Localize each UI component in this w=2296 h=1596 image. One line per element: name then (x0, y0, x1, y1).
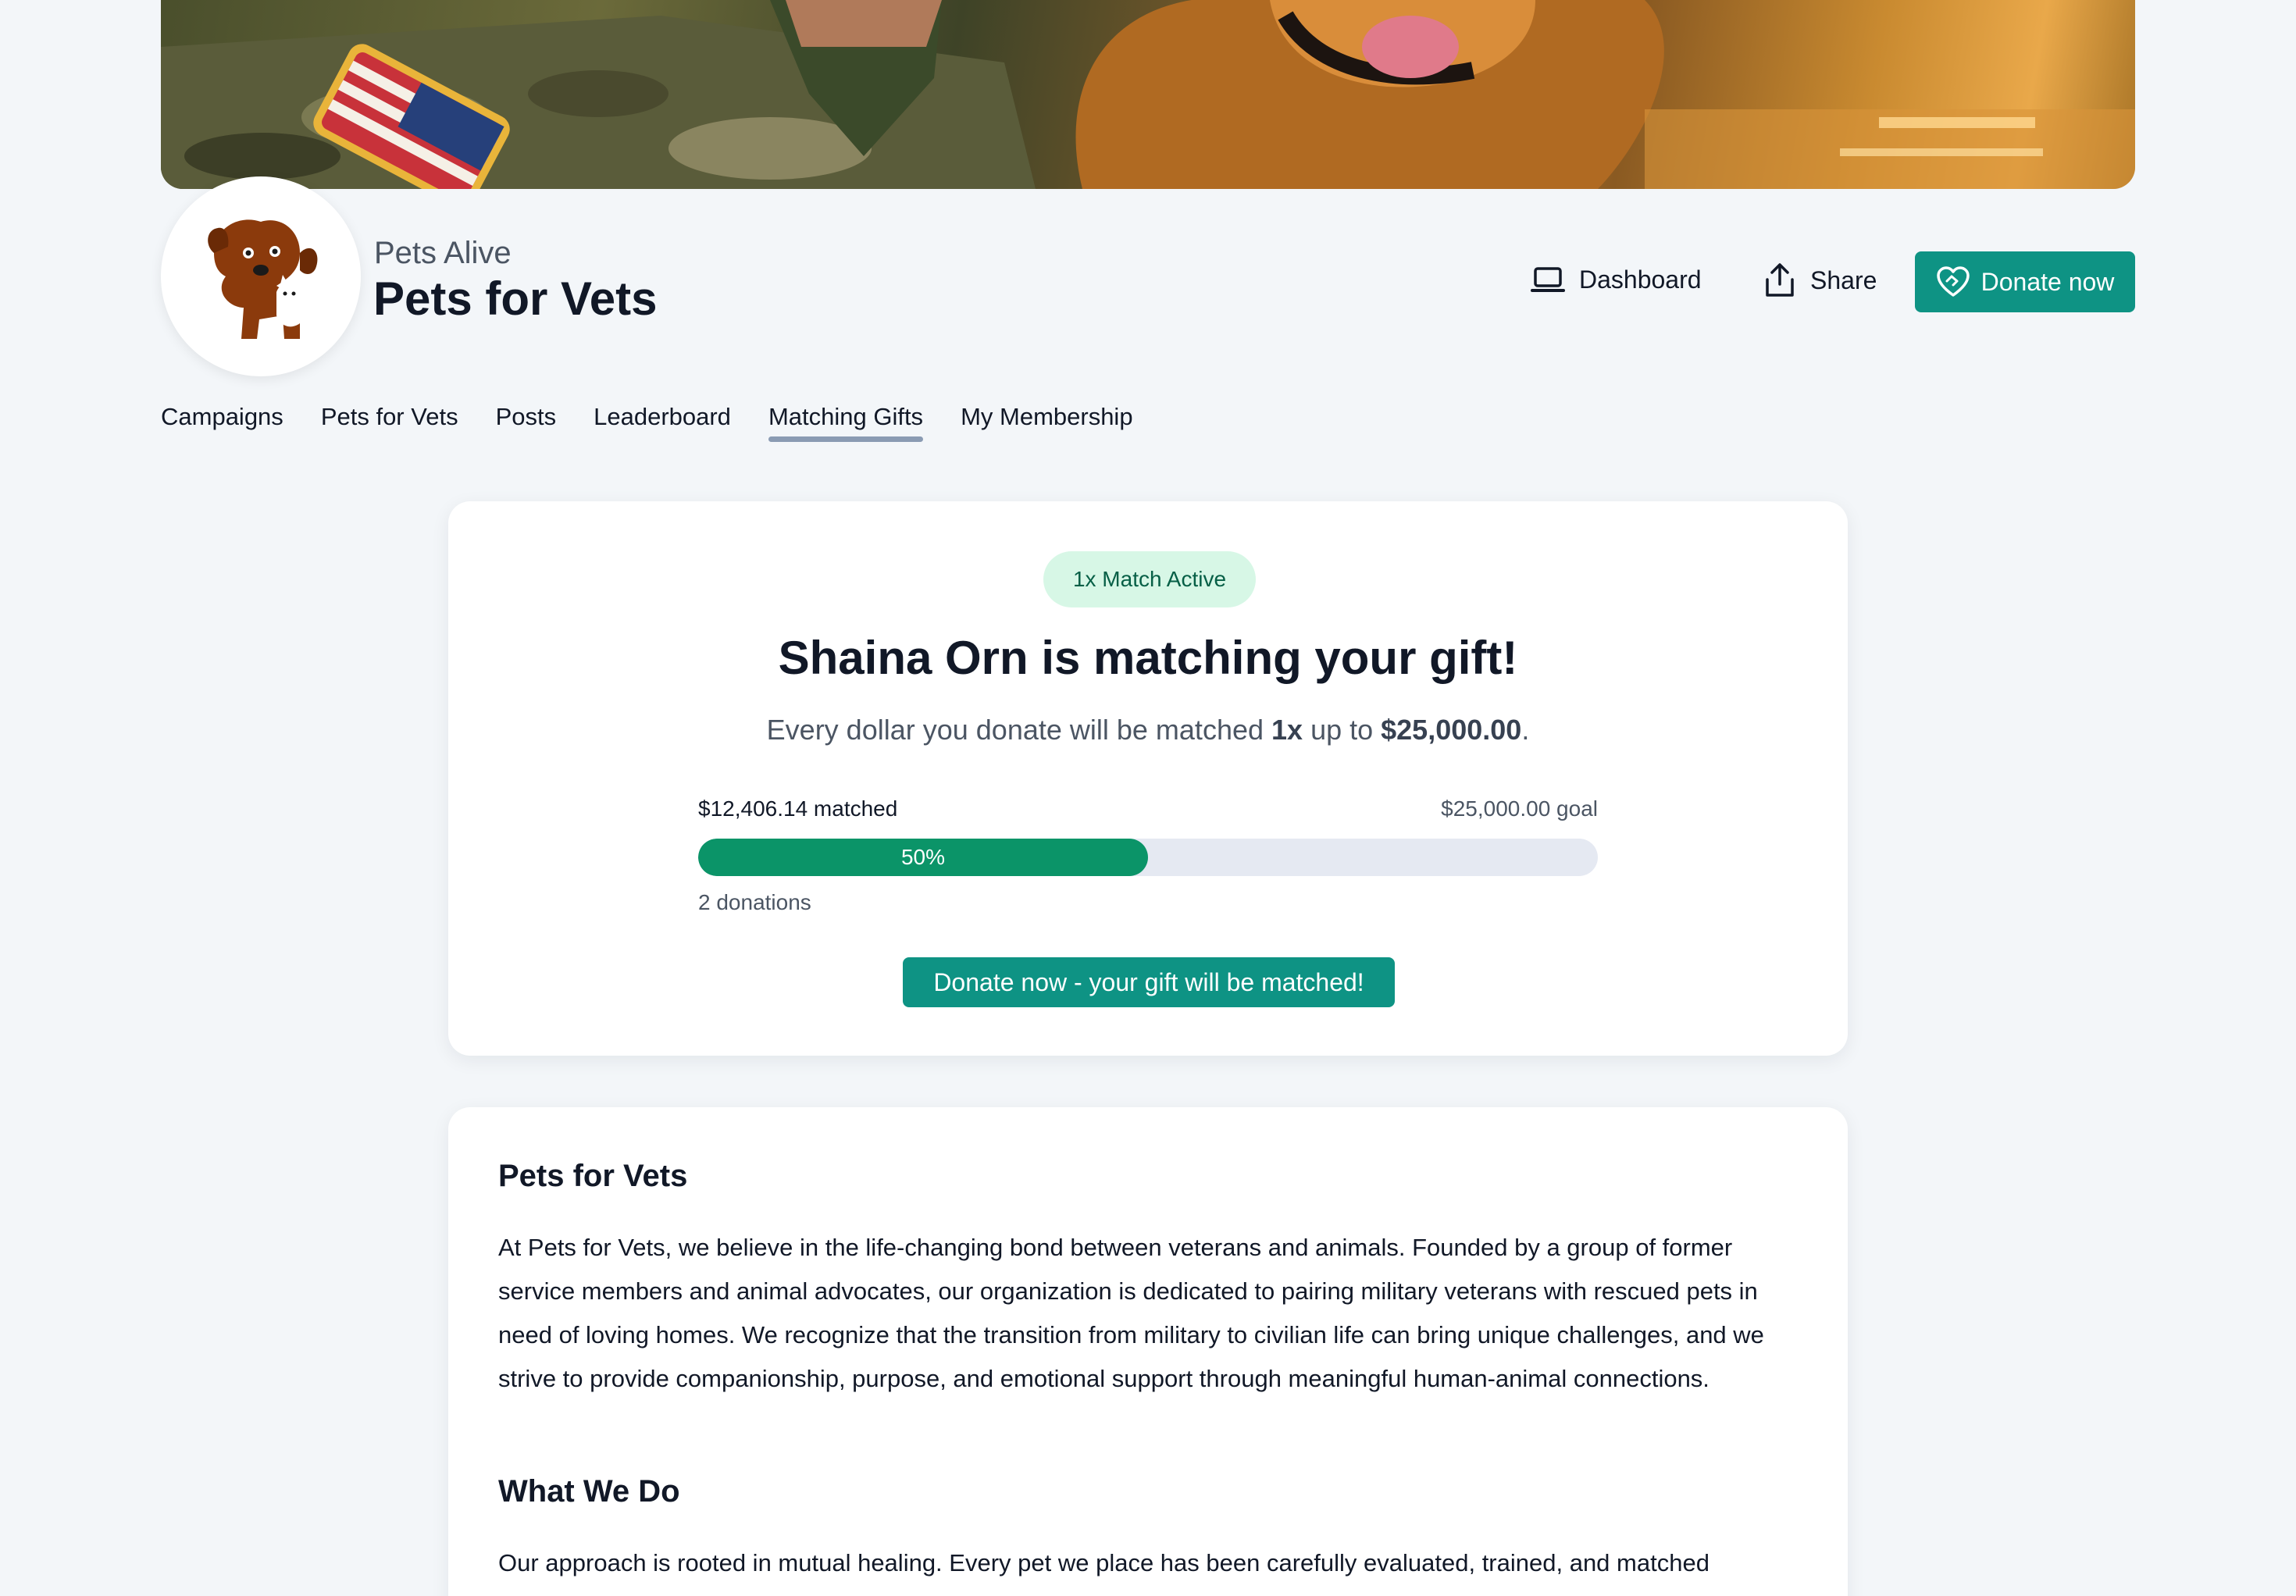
share-button[interactable]: Share (1763, 262, 1877, 298)
matching-gift-card: 1x Match Active Shaina Orn is matching y… (448, 501, 1848, 1056)
page: Pets Alive Pets for Vets Dashboard Share… (0, 0, 2296, 1596)
org-title: Pets for Vets (373, 273, 658, 325)
goal-amount: $25,000.00 goal (1441, 796, 1598, 821)
about-heading: Pets for Vets (498, 1159, 688, 1193)
match-title: Shaina Orn is matching your gift! (778, 632, 1518, 684)
tab-leaderboard[interactable]: Leaderboard (594, 403, 731, 442)
donate-now-button[interactable]: Donate now (1915, 251, 2135, 312)
tab-matching-gifts[interactable]: Matching Gifts (768, 403, 924, 442)
cover-image (161, 0, 2135, 189)
match-progress-fill: 50% (698, 839, 1148, 876)
share-label: Share (1810, 265, 1877, 294)
what-we-do-heading: What We Do (498, 1474, 680, 1509)
match-description: Every dollar you donate will be matched … (448, 714, 1848, 746)
dashboard-label: Dashboard (1579, 265, 1702, 294)
match-cap: $25,000.00 (1381, 714, 1522, 746)
matched-amount: $12,406.14 matched (698, 796, 898, 821)
dashboard-button[interactable]: Dashboard (1531, 265, 1702, 294)
heart-hand-icon (1936, 266, 1970, 297)
match-desc-suffix: . (1521, 714, 1530, 746)
share-icon (1766, 263, 1794, 297)
org-logo (161, 176, 361, 376)
nav-tabs: Campaigns Pets for Vets Posts Leaderboar… (161, 403, 1133, 442)
tab-pets-for-vets[interactable]: Pets for Vets (321, 403, 458, 442)
match-progress-label: 50% (900, 845, 946, 869)
tab-my-membership[interactable]: My Membership (961, 403, 1133, 442)
dog-cat-logo-icon (208, 219, 318, 339)
match-progress-bar: 50% (698, 839, 1598, 876)
what-we-do-paragraph: Our approach is rooted in mutual healing… (498, 1549, 1710, 1576)
match-desc-prefix: Every dollar you donate will be matched (766, 714, 1272, 746)
tab-campaigns[interactable]: Campaigns (161, 403, 283, 442)
org-subtitle: Pets Alive (374, 236, 512, 270)
laptop-icon (1531, 266, 1565, 292)
donate-now-label: Donate now (1980, 267, 2115, 296)
cover-photo-veteran-dog (161, 0, 2135, 189)
match-desc-mid: up to (1303, 714, 1382, 746)
match-status-badge: 1x Match Active (1043, 551, 1256, 607)
donation-count: 2 donations (698, 890, 811, 914)
match-multiplier: 1x (1271, 714, 1303, 746)
tab-posts[interactable]: Posts (496, 403, 557, 442)
donate-matched-button[interactable]: Donate now - your gift will be matched! (903, 957, 1395, 1007)
about-paragraph: At Pets for Vets, we believe in the life… (498, 1234, 1764, 1392)
about-card: Pets for Vets At Pets for Vets, we belie… (448, 1107, 1848, 1596)
